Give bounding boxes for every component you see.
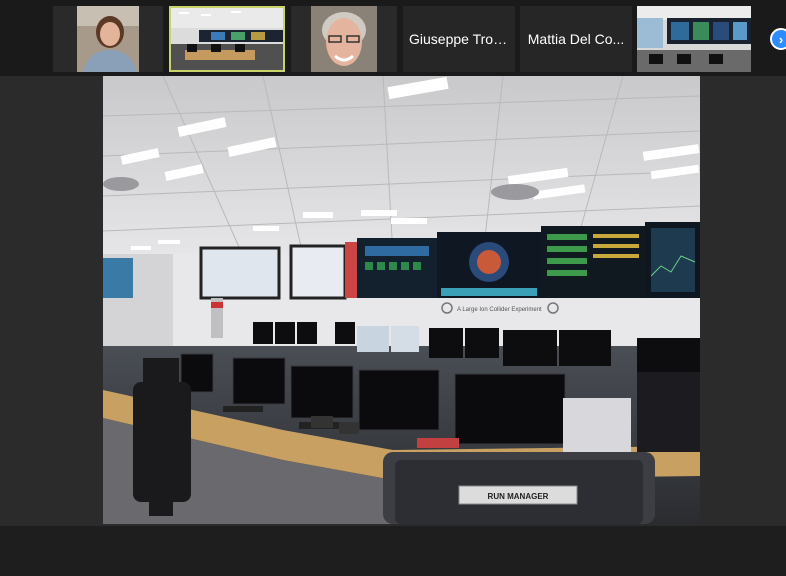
participant-video — [637, 6, 751, 72]
chevron-right-icon: › — [778, 31, 784, 47]
active-speaker-video: A Large Ion Collider Experiment RUN MANA… — [103, 76, 700, 524]
participant-tile-6[interactable] — [637, 6, 751, 72]
participant-video — [291, 6, 397, 72]
main-video-area: A Large Ion Collider Experiment RUN MANA… — [0, 76, 786, 526]
run-manager-label: RUN MANAGER — [488, 492, 549, 501]
participant-tile-1[interactable] — [53, 6, 163, 72]
participant-video — [53, 6, 163, 72]
participant-tile-2[interactable] — [169, 6, 285, 72]
participant-tile-4[interactable]: Giuseppe Troian — [403, 6, 515, 72]
participant-tile-5[interactable]: Mattia Del Co... — [520, 6, 632, 72]
next-participants-button[interactable]: › — [770, 28, 786, 50]
control-room-scene: A Large Ion Collider Experiment RUN MANA… — [103, 76, 700, 524]
participant-name: Mattia Del Co... — [527, 31, 625, 47]
participant-tile-3[interactable] — [291, 6, 397, 72]
participant-name: Giuseppe Troian — [409, 31, 512, 47]
participant-video — [171, 8, 283, 70]
participant-strip: Giuseppe Troian Mattia Del Co... › — [0, 0, 786, 76]
meeting-controls-bar — [0, 526, 786, 576]
experiment-sign: A Large Ion Collider Experiment — [457, 307, 542, 313]
